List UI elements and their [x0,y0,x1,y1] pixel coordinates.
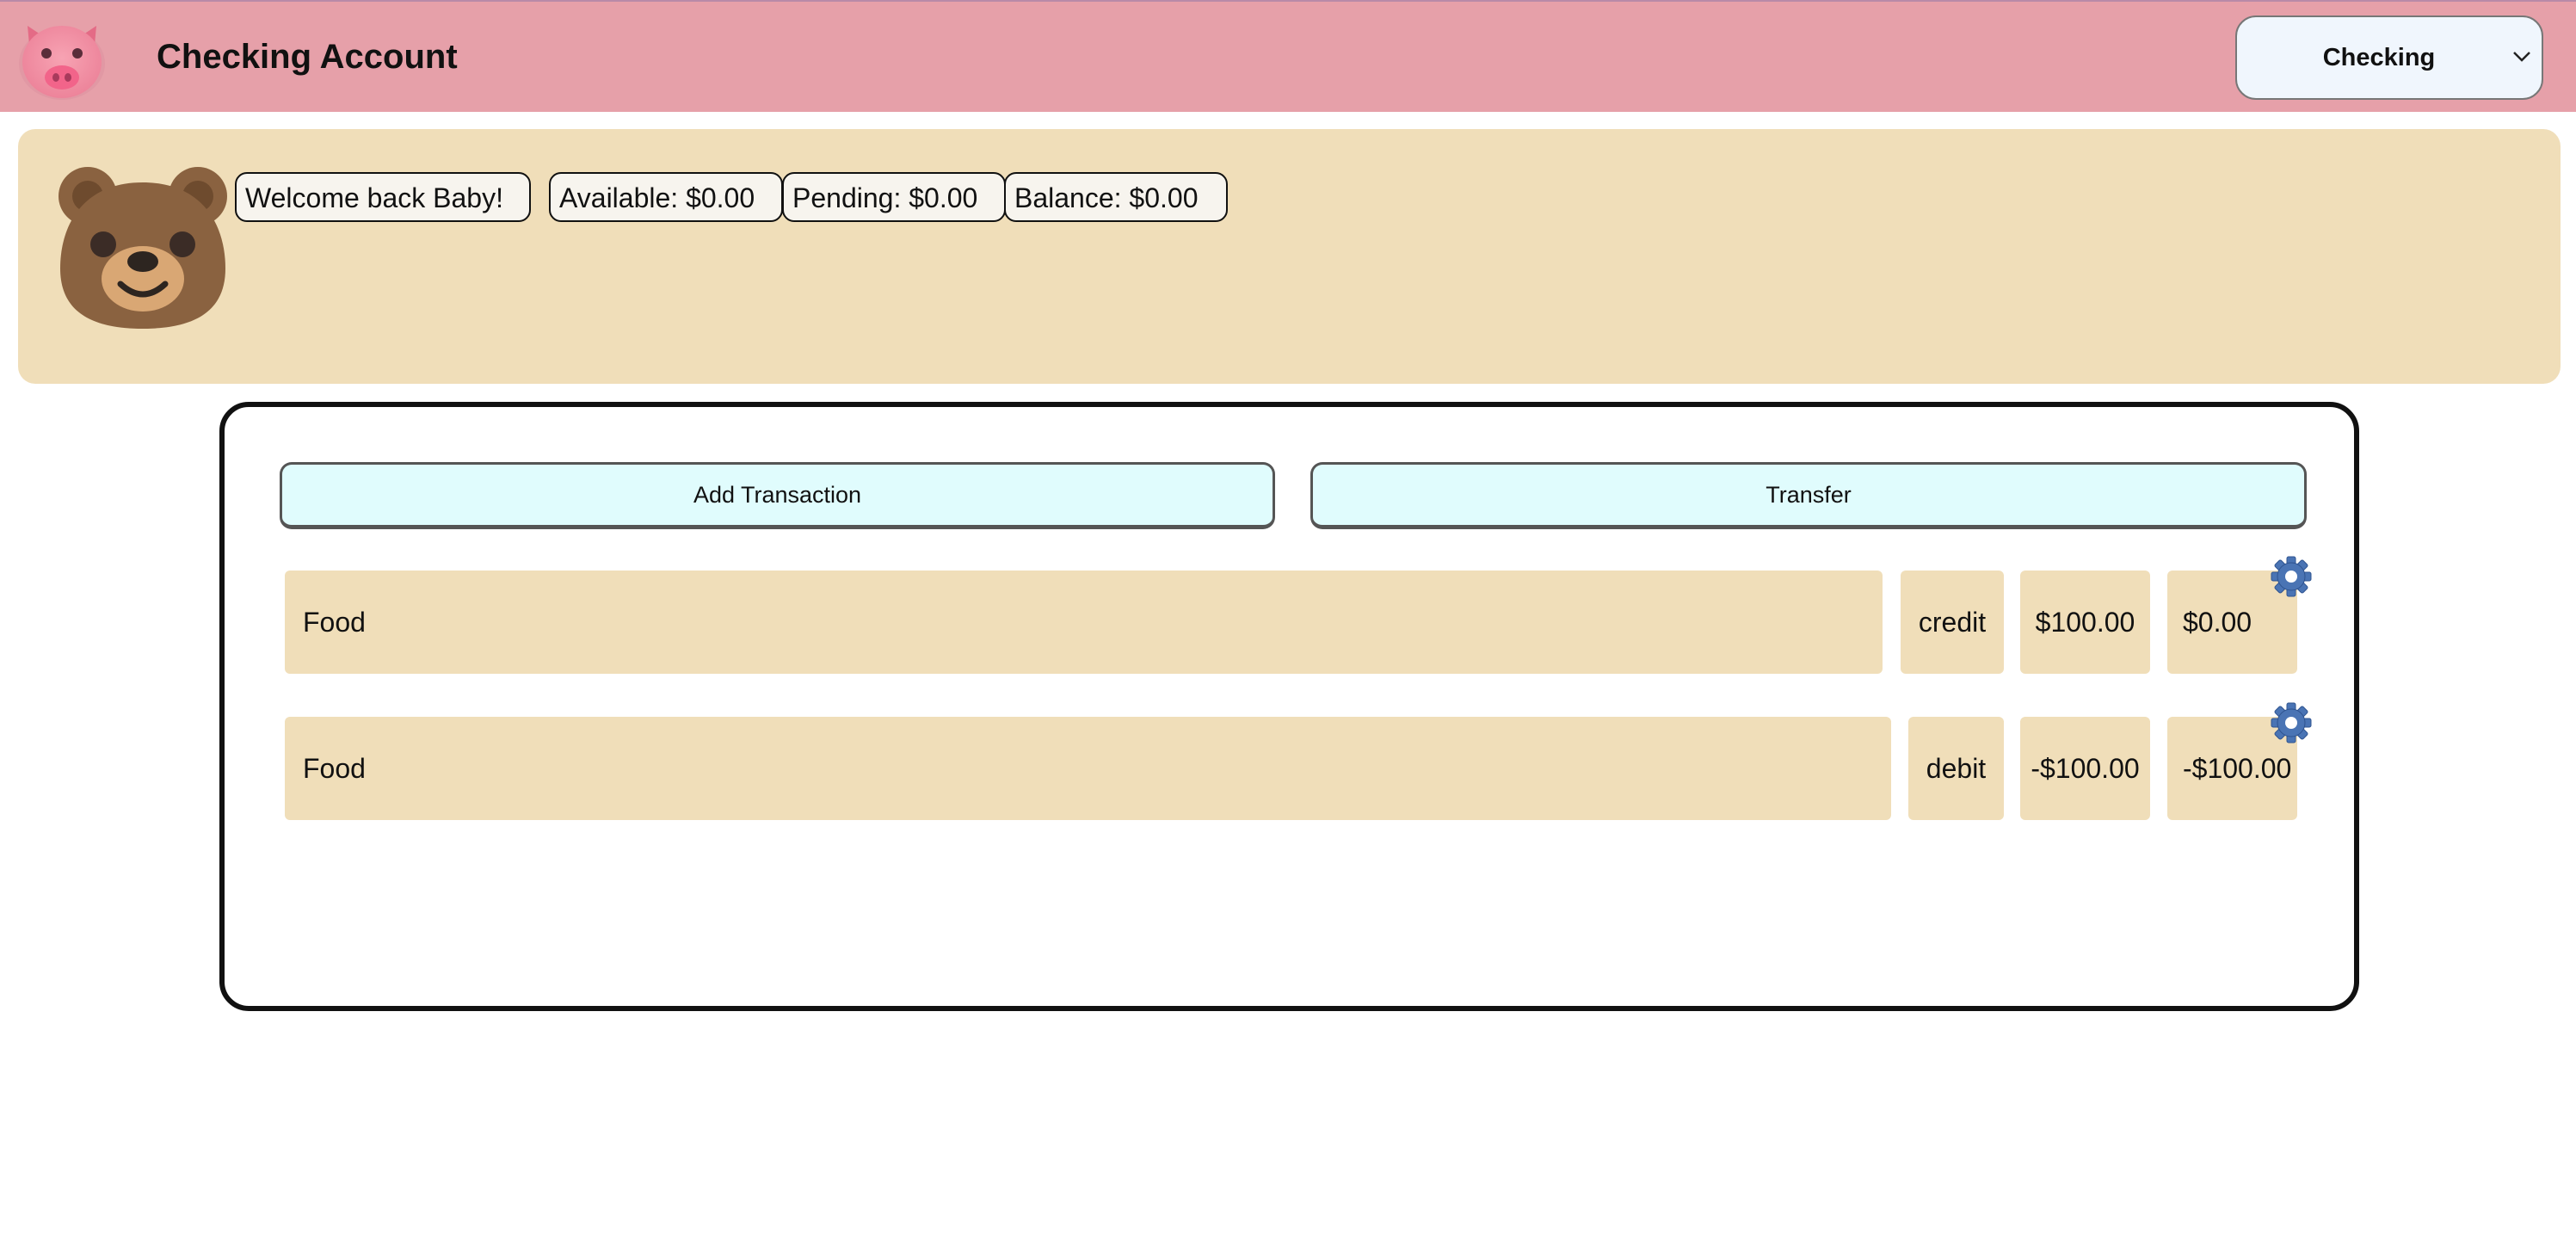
bear-icon [59,167,227,329]
transfer-button[interactable]: Transfer [1310,462,2307,529]
transaction-type: credit [1901,571,2004,674]
gear-icon[interactable] [2270,555,2313,598]
add-transaction-button[interactable]: Add Transaction [280,462,1275,529]
welcome-message: Welcome back Baby! [235,172,531,222]
transaction-amount: $100.00 [2020,571,2150,674]
pig-icon [19,26,105,100]
transaction-description: Food [285,571,1883,674]
welcome-panel: Welcome back Baby! Available: $0.00 Pend… [18,129,2561,384]
account-select-value: Checking [2322,44,2436,71]
transaction-row: Food credit $100.00 $0.00 [225,556,2354,674]
pending-balance: Pending: $0.00 [782,172,1006,222]
transactions-panel: Add Transaction Transfer Food credit $10… [219,402,2359,1011]
account-select[interactable]: Checking [2235,15,2543,100]
gear-icon[interactable] [2270,701,2313,744]
transaction-description: Food [285,717,1891,820]
page-title: Checking Account [157,38,458,76]
transaction-amount: -$100.00 [2020,717,2150,820]
transaction-type: debit [1908,717,2004,820]
available-balance: Available: $0.00 [549,172,783,222]
chevron-down-icon [2513,52,2530,62]
app-header: Checking Account Checking [0,0,2576,112]
current-balance: Balance: $0.00 [1004,172,1228,222]
transaction-row: Food debit -$100.00 -$100.00 [225,702,2354,820]
